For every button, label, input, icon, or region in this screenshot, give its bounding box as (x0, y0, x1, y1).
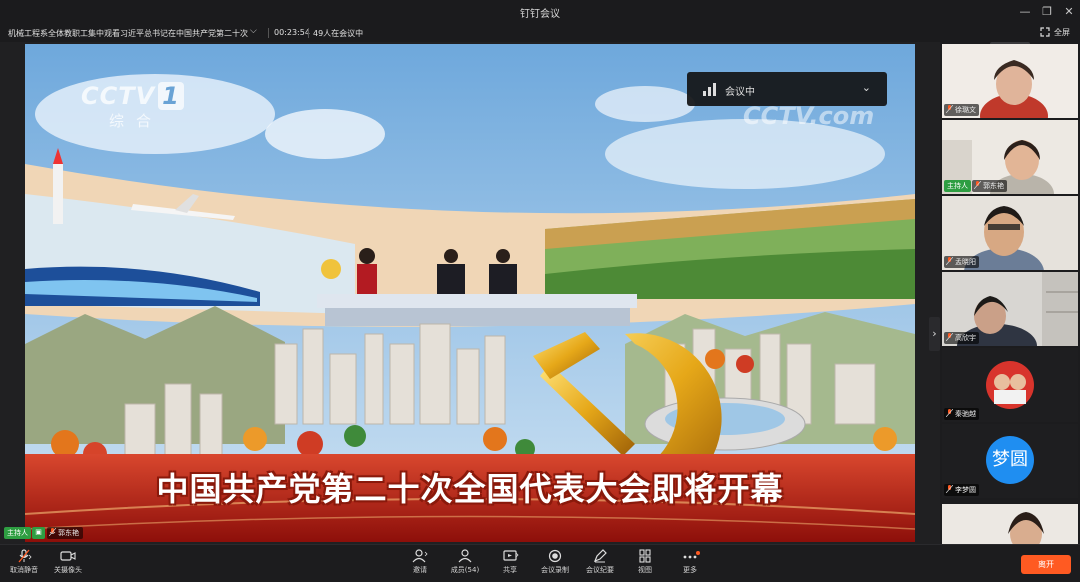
record-icon (548, 549, 562, 563)
add-user-icon (412, 549, 428, 563)
fullscreen-icon (1040, 27, 1050, 37)
mic-muted-icon (974, 181, 981, 189)
more-label: 更多 (683, 566, 697, 574)
divider (308, 28, 309, 38)
speaker-tag: 主持人 ▣ 郭东艳 (4, 526, 83, 539)
close-icon[interactable]: ✕ (1060, 3, 1078, 21)
notification-dot (696, 551, 700, 555)
mic-muted-icon (49, 527, 56, 536)
camera-off-label: 关摄像头 (54, 566, 82, 574)
divider (268, 28, 269, 38)
grid-view-icon (639, 549, 651, 563)
avatar: 梦圆 (986, 436, 1034, 484)
participant-name-tag: 孟晓阳 (944, 256, 979, 268)
participant-tile[interactable]: 梦圆 李梦圆 (942, 424, 1078, 498)
main-stage: CCTV 1 综合 CCTV.com 会议中 ⌄ 中国共产党第二十次全国代表大会即… (0, 42, 940, 544)
invite-button[interactable]: 邀请 (398, 549, 442, 579)
participant-panel: ︿ 徐璐文 主持人 郭东艳 (940, 42, 1080, 544)
meeting-timer: 00:23:54 (274, 28, 310, 37)
meeting-status-label: 会议中 (725, 87, 755, 98)
members-icon (458, 549, 472, 563)
share-button[interactable]: 共享 (488, 549, 532, 579)
minimize-icon[interactable]: — (1016, 3, 1034, 21)
channel-watermark: CCTV.com (743, 102, 875, 130)
window-titlebar: 钉钉会议 — ❐ ✕ (0, 0, 1080, 24)
participant-tile[interactable]: 孟晓阳 (942, 196, 1078, 270)
participant-tile[interactable]: 高欣宇 (942, 272, 1078, 346)
participant-name-tag: 徐璐文 (944, 104, 979, 116)
host-badge: 主持人 (4, 526, 31, 539)
fullscreen-label: 全屏 (1054, 28, 1070, 37)
unmute-button[interactable]: 取消静音 (2, 549, 46, 579)
mic-muted-icon (946, 257, 953, 265)
signal-bars-icon (703, 83, 716, 96)
screen-share-icon: ▣ (32, 526, 45, 539)
share-screen-icon (503, 550, 519, 561)
camera-off-button[interactable]: 关摄像头 (46, 549, 90, 579)
host-badge: 主持人 (944, 180, 971, 192)
participant-name-tag: 秦驰越 (944, 408, 979, 420)
meeting-infobar: 机械工程系全体教职工集中观看习近平总书记在中国共产党第二十次 ⌵ 00:23:5… (0, 24, 1080, 42)
chevron-down-icon: ⌄ (861, 81, 871, 94)
more-button[interactable]: 更多 (668, 549, 712, 579)
meeting-title[interactable]: 机械工程系全体教职工集中观看习近平总书记在中国共产党第二十次 (8, 28, 248, 39)
pen-icon (593, 549, 607, 563)
mic-muted-icon (18, 549, 32, 563)
shared-video[interactable]: CCTV 1 综合 CCTV.com 会议中 ⌄ 中国共产党第二十次全国代表大会即… (25, 44, 915, 542)
meeting-status-dropdown[interactable]: 会议中 ⌄ (687, 72, 887, 106)
camera-icon (60, 551, 76, 561)
view-label: 视图 (638, 566, 652, 574)
channel-logo: CCTV 1 (81, 82, 184, 110)
participant-tile[interactable]: 主持人 郭东艳 (942, 120, 1078, 194)
participant-tile[interactable]: 徐璐文 (942, 44, 1078, 118)
channel-subtitle: 综合 (109, 112, 164, 130)
invite-label: 邀请 (413, 566, 427, 574)
video-feed (942, 504, 1078, 544)
minutes-button[interactable]: 会议纪要 (578, 549, 622, 579)
app-title: 钉钉会议 (520, 9, 560, 20)
speaker-name-chip: 郭东艳 (47, 526, 83, 539)
mic-muted-icon (946, 105, 953, 113)
participant-count: 49人在会议中 (313, 29, 364, 38)
mic-muted-icon (946, 485, 953, 493)
share-label: 共享 (503, 566, 517, 574)
unmute-label: 取消静音 (10, 566, 38, 574)
chevron-right-icon[interactable]: › (929, 317, 940, 351)
record-button[interactable]: 会议录制 (533, 549, 577, 579)
record-label: 会议录制 (541, 566, 569, 574)
participant-name-tag: 主持人 郭东艳 (944, 180, 1007, 192)
fullscreen-button[interactable]: 全屏 (1040, 27, 1070, 38)
broadcast-caption: 中国共产党第二十次全国代表大会即将开幕 (156, 470, 784, 508)
restore-icon[interactable]: ❐ (1038, 3, 1056, 21)
mic-muted-icon (946, 333, 953, 341)
participant-name-tag: 高欣宇 (944, 332, 979, 344)
minutes-label: 会议纪要 (586, 566, 614, 574)
view-button[interactable]: 视图 (623, 549, 667, 579)
chevron-down-icon[interactable]: ⌵ (250, 26, 257, 36)
leave-button[interactable]: 离开 (1021, 555, 1071, 574)
participant-name-tag: 李梦圆 (944, 484, 979, 496)
participant-tile[interactable]: 秦驰越 (942, 348, 1078, 422)
participant-tile[interactable] (942, 504, 1078, 544)
mic-muted-icon (946, 409, 953, 417)
members-label: 成员(54) (450, 566, 480, 574)
members-button[interactable]: 成员(54) (443, 549, 487, 579)
meeting-toolbar: 取消静音 关摄像头 邀请 成员(54) 共享 会议录制 会议纪要 视图 更多 离… (0, 544, 1080, 582)
